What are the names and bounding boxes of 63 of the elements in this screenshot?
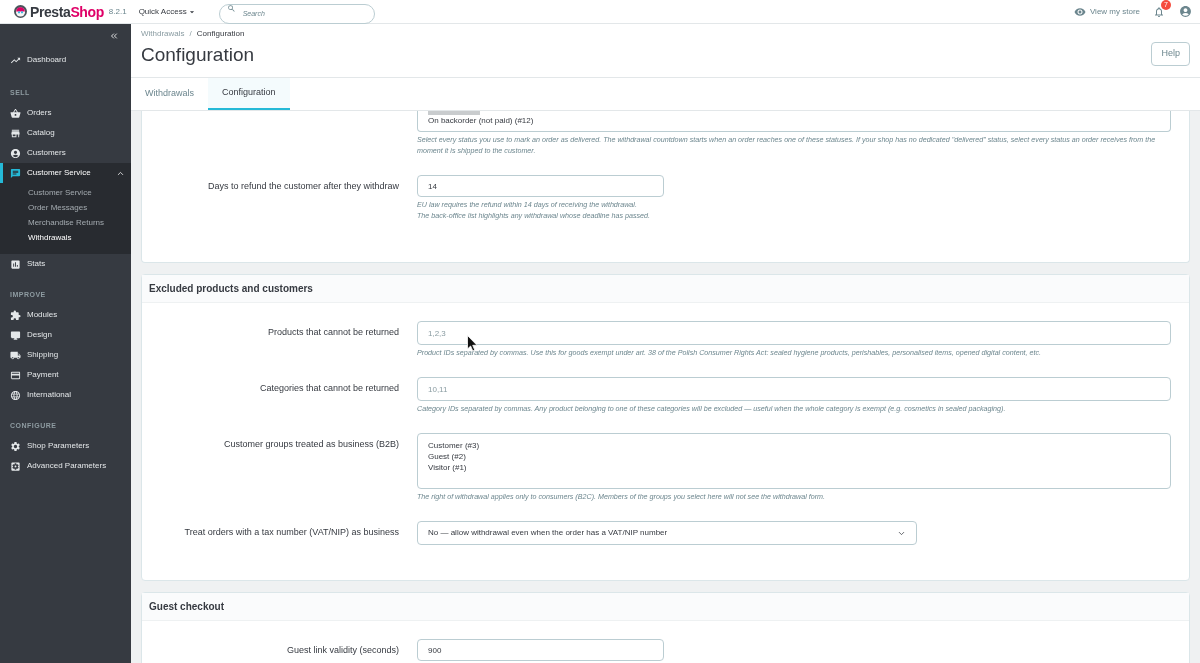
page-title: Configuration <box>141 43 255 67</box>
sidebar-item[interactable]: Stats <box>0 254 131 274</box>
view-store-link[interactable]: View my store <box>1073 5 1140 18</box>
field-label: Days to refund the customer after they withdraw <box>207 181 399 191</box>
eye-icon <box>1073 5 1086 18</box>
chat-bubble-icon <box>10 167 21 179</box>
sidebar-item[interactable]: Catalog <box>0 123 131 143</box>
text-field[interactable]: 900 <box>417 639 664 661</box>
help-button[interactable]: Help <box>1151 42 1190 66</box>
breadcrumb-separator: / <box>189 29 192 39</box>
version-label: 8.2.1 <box>108 6 127 17</box>
bar-chart-icon <box>10 258 21 270</box>
credit-card-icon <box>10 369 21 381</box>
store-icon <box>10 127 21 139</box>
truck-icon <box>10 349 21 361</box>
field-label: Categories that cannot be returned <box>259 383 399 393</box>
tab[interactable]: Configuration <box>208 78 290 110</box>
listbox-option[interactable]: On backorder (not paid) (#12) <box>428 115 534 126</box>
sidebar-item[interactable]: Customer Service <box>0 163 131 183</box>
listbox-option[interactable]: Customer (#3) <box>428 440 480 451</box>
monitor-icon <box>10 329 21 341</box>
quick-access-menu[interactable]: Quick Access <box>138 5 197 18</box>
sidebar-item[interactable]: International <box>0 385 131 405</box>
listbox-field[interactable]: Customer (#3) Guest (#2) Visitor (#1) <box>417 433 1171 489</box>
field-label: Customer groups treated as business (B2B) <box>223 439 399 449</box>
field-label: Treat orders with a tax number (VAT/NIP) as business <box>184 527 399 537</box>
field-label: Guest link validity (seconds) <box>286 645 399 655</box>
card-title: Guest checkout <box>142 593 1189 621</box>
submenu-item[interactable]: Customer Service <box>0 185 131 200</box>
logo-icon <box>14 5 27 18</box>
submenu-item[interactable]: Merchandise Returns <box>0 215 131 230</box>
sidebar-item[interactable]: Modules <box>0 305 131 325</box>
submenu-item[interactable]: Withdrawals <box>0 230 131 245</box>
listbox-option[interactable]: Guest (#2) <box>428 451 466 462</box>
mouse-cursor-icon <box>467 335 478 352</box>
basket-icon <box>10 107 21 119</box>
sidebar-item[interactable]: Dashboard <box>0 48 131 72</box>
sidebar-item[interactable]: Shop Parameters <box>0 436 131 456</box>
sidebar-item[interactable]: Payment <box>0 365 131 385</box>
puzzle-icon <box>10 309 21 321</box>
sidebar-item[interactable]: Orders <box>0 103 131 123</box>
text-field[interactable]: 10,11 <box>417 377 1171 401</box>
globe-icon <box>10 389 21 401</box>
field-label: Products that cannot be returned <box>267 327 399 337</box>
sidebar-item[interactable]: Advanced Parameters <box>0 456 131 476</box>
listbox-field[interactable]: On backorder (not paid) (#12) <box>417 111 1171 132</box>
sidebar-item[interactable]: Design <box>0 325 131 345</box>
settings-icon <box>10 440 21 452</box>
listbox-option[interactable]: Visitor (#1) <box>428 462 467 473</box>
sidebar-item[interactable]: Shipping <box>0 345 131 365</box>
select-field[interactable]: No — allow withdrawal even when the order has a VAT/NIP number <box>417 521 917 545</box>
breadcrumb-link[interactable]: Configuration <box>196 29 245 39</box>
text-field[interactable]: 1,2,3 <box>417 321 1171 345</box>
sidebar-item[interactable]: Customers <box>0 143 131 163</box>
bell-icon[interactable] <box>1153 5 1165 18</box>
account-icon[interactable] <box>1179 5 1192 18</box>
collapse-icon[interactable] <box>109 31 119 41</box>
card-title: Excluded products and customers <box>142 275 1189 303</box>
search-icon <box>226 4 236 14</box>
submenu-item[interactable]: Order Messages <box>0 200 131 215</box>
text-field[interactable]: 14 <box>417 175 664 197</box>
tab[interactable]: Withdrawals <box>131 78 208 110</box>
logo-wordmark: PrestaShop <box>30 4 104 19</box>
